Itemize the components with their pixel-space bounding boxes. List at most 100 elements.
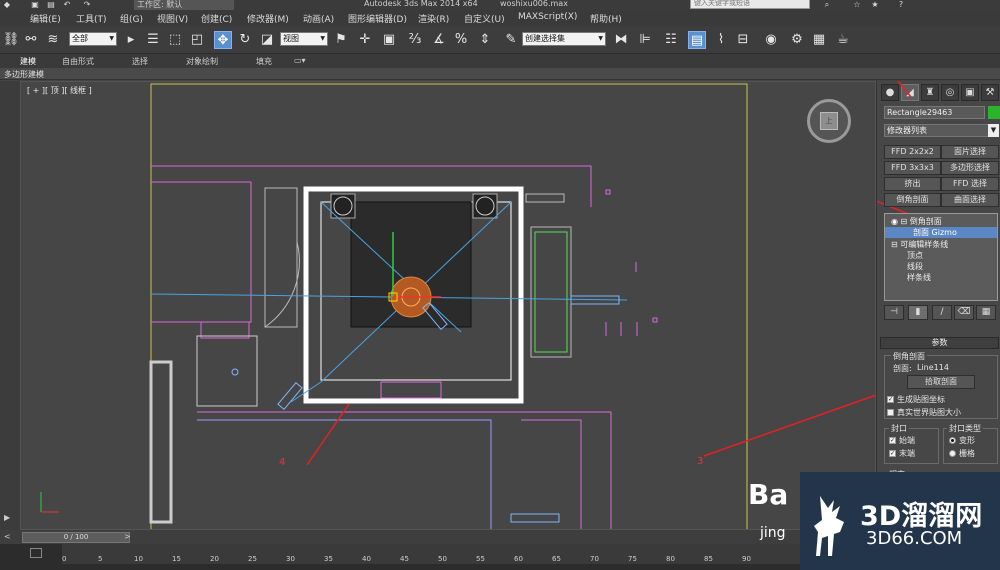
ribbon-options-icon[interactable]: ▭▾: [294, 56, 306, 65]
time-slider[interactable]: 0 / 100: [22, 532, 130, 543]
align-icon[interactable]: ⊫: [636, 31, 654, 49]
menu-create[interactable]: 创建(C): [201, 12, 232, 25]
stack-item-spline[interactable]: 样条线: [885, 272, 997, 283]
select-link-icon[interactable]: ⛓: [2, 31, 20, 49]
bind-space-warp-icon[interactable]: ≋: [44, 31, 62, 49]
material-editor-icon[interactable]: ◉: [762, 31, 780, 49]
binoculars-icon[interactable]: ⌕: [822, 0, 832, 9]
spinner-snap-icon[interactable]: ⇕: [476, 31, 494, 49]
menu-view[interactable]: 视图(V): [157, 12, 188, 25]
star-icon[interactable]: ☆: [852, 0, 862, 9]
render-setup-icon[interactable]: ⚙: [788, 31, 806, 49]
menu-group[interactable]: 组(G): [120, 12, 143, 25]
rect-selection-icon[interactable]: ⬚: [166, 31, 184, 49]
remove-modifier-icon[interactable]: ⌫: [954, 305, 974, 320]
cap-morph-radio-dot[interactable]: [949, 437, 956, 444]
edit-named-sel-icon[interactable]: ✎: [502, 31, 520, 49]
curve-editor-icon[interactable]: ⌇: [712, 31, 730, 49]
reference-coord-dropdown[interactable]: 视图: [280, 32, 328, 46]
rotate-tool-icon[interactable]: ↻: [236, 31, 254, 49]
window-crossing-icon[interactable]: ◰: [188, 31, 206, 49]
schematic-view-icon[interactable]: ⊟: [734, 31, 752, 49]
menu-animation[interactable]: 动画(A): [303, 12, 334, 25]
make-unique-icon[interactable]: ∕: [932, 305, 952, 320]
stack-item-bevel-profile[interactable]: ◉ ⊟ 倒角剖面: [885, 216, 997, 227]
pick-profile-button[interactable]: 拾取剖面: [907, 375, 975, 389]
move-tool-icon[interactable]: ✥: [214, 31, 232, 49]
save-file-icon[interactable]: ▤: [46, 0, 56, 9]
mirror-icon[interactable]: ⧓: [612, 31, 630, 49]
surface-select-button[interactable]: 曲面选择: [941, 193, 999, 207]
menu-graph-editors[interactable]: 图形编辑器(D): [348, 12, 407, 25]
search-input[interactable]: 键入关键字或短语: [690, 0, 810, 9]
menu-edit[interactable]: 编辑(E): [30, 12, 61, 25]
render-teapot-icon[interactable]: ☕: [834, 31, 852, 49]
show-end-result-icon[interactable]: ▮: [908, 305, 928, 320]
tab-freeform[interactable]: 自由形式: [62, 56, 94, 67]
patch-select-button[interactable]: 面片选择: [941, 145, 999, 159]
ffd-2x2x2-button[interactable]: FFD 2x2x2: [884, 145, 941, 159]
track-ruler[interactable]: 0 5 10 15 20 25 30 35 40 45 50 55 60 65 …: [62, 544, 802, 564]
stack-item-editable-spline[interactable]: ⊟ 可编辑样条线: [885, 239, 997, 250]
snap-toggle-icon[interactable]: ⅔: [406, 31, 424, 49]
parameters-rollout[interactable]: 参数: [880, 337, 999, 349]
bevel-profile-button[interactable]: 倒角剖面: [884, 193, 941, 207]
favorites-icon[interactable]: ★: [870, 0, 880, 9]
ffd-select-button[interactable]: FFD 选择: [941, 177, 999, 191]
viewport-label[interactable]: [ + ][ 顶 ][ 线框 ]: [27, 85, 92, 96]
cap-grid-radio[interactable]: 栅格: [949, 448, 975, 459]
tab-selection[interactable]: 选择: [132, 56, 148, 67]
menu-rendering[interactable]: 渲染(R): [418, 12, 449, 25]
cap-end-checkbox[interactable]: ✓ 末端: [889, 448, 915, 459]
cap-end-check[interactable]: ✓: [889, 450, 896, 457]
modifier-list-dropdown[interactable]: 修改器列表: [884, 124, 999, 137]
menu-customize[interactable]: 自定义(U): [464, 12, 505, 25]
menu-modifiers[interactable]: 修改器(M): [247, 12, 289, 25]
select-by-name-icon[interactable]: ☰: [144, 31, 162, 49]
app-logo-icon[interactable]: ◆: [2, 0, 12, 9]
layer-manager-icon[interactable]: ☷: [662, 31, 680, 49]
expand-arrow-icon[interactable]: ▶: [4, 513, 10, 522]
poly-select-button[interactable]: 多边形选择: [941, 161, 999, 175]
graphite-toolbar-icon[interactable]: ▤: [688, 31, 706, 49]
tab-populate[interactable]: 填充: [256, 56, 272, 67]
tab-modeling[interactable]: 建模: [20, 56, 36, 67]
percent-snap-icon[interactable]: %: [452, 31, 470, 49]
pin-stack-icon[interactable]: ⊣: [884, 305, 904, 320]
gen-uv-checkbox[interactable]: ✓ 生成贴图坐标: [887, 394, 945, 405]
top-viewport[interactable]: [ + ][ 顶 ][ 线框 ] 上 4 3: [20, 81, 876, 530]
select-manipulate-icon[interactable]: ✛: [356, 31, 374, 49]
pivot-center-icon[interactable]: ⚑: [332, 31, 350, 49]
keyboard-shortcut-icon[interactable]: ▣: [380, 31, 398, 49]
undo-icon[interactable]: ↶: [62, 0, 72, 9]
menu-tools[interactable]: 工具(T): [76, 12, 107, 25]
selection-filter-dropdown[interactable]: 全部: [69, 32, 117, 46]
gen-uv-check[interactable]: ✓: [887, 396, 894, 403]
track-filter-icon[interactable]: [30, 548, 42, 558]
ffd-3x3x3-button[interactable]: FFD 3x3x3: [884, 161, 941, 175]
cap-grid-radio-dot[interactable]: [949, 450, 956, 457]
viewcube[interactable]: 上: [807, 99, 851, 143]
tab-object-paint[interactable]: 对象绘制: [186, 56, 218, 67]
unlink-icon[interactable]: ⚯: [22, 31, 40, 49]
render-frame-icon[interactable]: ▦: [810, 31, 828, 49]
stack-item-profile-gizmo[interactable]: 剖面 Gizmo: [885, 227, 997, 238]
cap-start-checkbox[interactable]: ✓ 始端: [889, 435, 915, 446]
real-world-check[interactable]: [887, 409, 894, 416]
open-file-icon[interactable]: ▣: [30, 0, 40, 9]
help-icon[interactable]: ?: [896, 0, 906, 9]
cap-morph-radio[interactable]: 变形: [949, 435, 975, 446]
modifier-stack[interactable]: ◉ ⊟ 倒角剖面 剖面 Gizmo ⊟ 可编辑样条线 顶点 线段 样条线: [884, 213, 998, 301]
stack-item-vertex[interactable]: 顶点: [885, 250, 997, 261]
stack-item-segment[interactable]: 线段: [885, 261, 997, 272]
configure-sets-icon[interactable]: ▦: [976, 305, 996, 320]
redo-icon[interactable]: ↷: [82, 0, 92, 9]
object-name-field[interactable]: Rectangle29463: [884, 106, 985, 119]
object-color-swatch[interactable]: [988, 106, 1000, 119]
scale-tool-icon[interactable]: ◪: [258, 31, 276, 49]
select-object-icon[interactable]: ▸: [122, 31, 140, 49]
light-bulb-icon[interactable]: ◉: [891, 217, 898, 226]
prev-frame-icon[interactable]: <: [4, 532, 11, 541]
cap-start-check[interactable]: ✓: [889, 437, 896, 444]
named-selection-dropdown[interactable]: 创建选择集: [522, 32, 606, 46]
